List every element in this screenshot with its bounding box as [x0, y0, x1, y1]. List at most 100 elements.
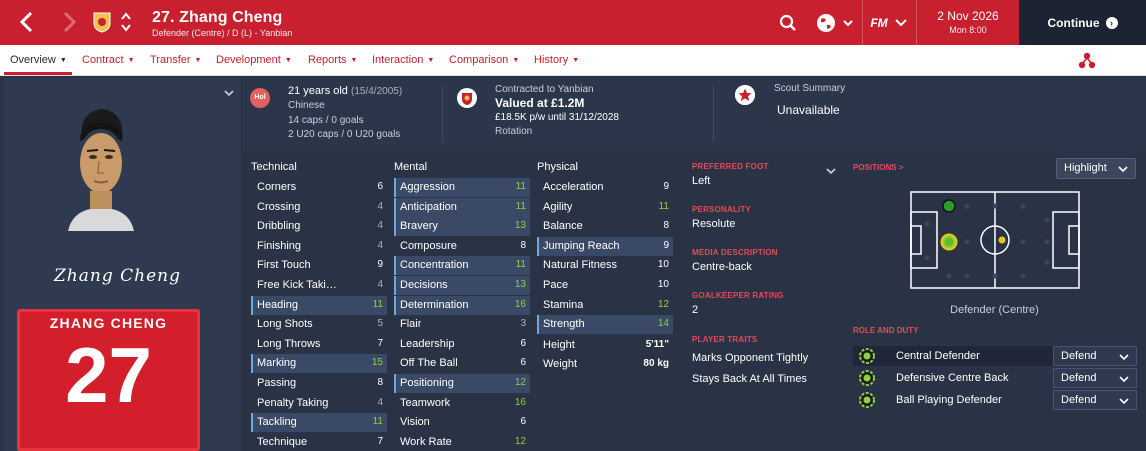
- attribute-row[interactable]: Concentration 11: [394, 256, 530, 276]
- attribute-row[interactable]: Strength 14: [537, 315, 673, 335]
- attribute-row[interactable]: Free Kick Taki… 4: [251, 276, 387, 295]
- tab-transfer[interactable]: Transfer ▼: [150, 45, 201, 76]
- attribute-row[interactable]: Anticipation 11: [394, 197, 530, 217]
- role-row[interactable]: Defensive Centre Back Defend: [853, 368, 1137, 388]
- duty-dropdown[interactable]: Defend: [1053, 390, 1137, 410]
- attribute-value: 16: [514, 298, 526, 310]
- attribute-row[interactable]: Jumping Reach 9: [537, 236, 673, 256]
- attribute-value: 15: [371, 357, 383, 369]
- chevron-down-icon[interactable]: [224, 84, 234, 102]
- attribute-row[interactable]: Corners 6: [251, 178, 387, 197]
- tab-interaction[interactable]: Interaction ▼: [372, 45, 434, 76]
- scout-summary-label: Scout Summary: [774, 83, 846, 94]
- network-icon[interactable]: [1078, 52, 1096, 70]
- tab-reports[interactable]: Reports ▼: [308, 45, 357, 76]
- duty-dropdown[interactable]: Defend: [1053, 368, 1137, 388]
- highlight-dropdown[interactable]: Highlight: [1056, 158, 1136, 179]
- club-badge-icon[interactable]: [92, 11, 112, 33]
- search-icon[interactable]: [775, 0, 801, 45]
- attribute-value: 4: [377, 239, 383, 251]
- positions-link[interactable]: POSITIONS >: [853, 163, 903, 172]
- attribute-row[interactable]: Penalty Taking 4: [251, 394, 387, 413]
- attribute-row[interactable]: Vision 6: [394, 413, 530, 432]
- attributes-panel: Technical Mental Physical Corners 6 Crossi…: [243, 153, 1146, 451]
- nationality-flag-icon[interactable]: Hol: [250, 88, 270, 108]
- player-profile-panel: Zhang Cheng ZHANG CHENG 27: [4, 78, 241, 451]
- attribute-row[interactable]: Acceleration 9: [537, 178, 673, 197]
- world-menu-icon[interactable]: [813, 0, 857, 45]
- squad-status: Rotation: [495, 126, 533, 137]
- attribute-name: Pace: [543, 279, 569, 291]
- positions-panel: POSITIONS > Highlight Defender (Centre) …: [843, 153, 1146, 451]
- attribute-row[interactable]: Flair 3: [394, 315, 530, 334]
- current-date: 2 Nov 2026: [937, 9, 999, 23]
- role-row[interactable]: Ball Playing Defender Defend: [853, 390, 1137, 410]
- attribute-row[interactable]: Determination 16: [394, 295, 530, 315]
- attribute-name: Passing: [257, 377, 297, 389]
- tab-development[interactable]: Development ▼: [216, 45, 292, 76]
- attribute-value: 13: [514, 220, 526, 232]
- weight-value: 80 kg: [643, 358, 669, 369]
- duty-value: Defend: [1061, 372, 1097, 384]
- tab-history[interactable]: History ▼: [534, 45, 579, 76]
- international-caps: 14 caps / 0 goals: [288, 115, 364, 126]
- attribute-row[interactable]: Long Shots 5: [251, 315, 387, 334]
- attribute-row[interactable]: Positioning 12: [394, 374, 530, 393]
- attribute-row[interactable]: Pace 10: [537, 276, 673, 295]
- attribute-name: First Touch: [257, 259, 311, 272]
- pitch-diagram: [910, 191, 1080, 289]
- attribute-value: 6: [520, 416, 526, 428]
- player-wage: £18.5K p/w until 31/12/2028: [495, 112, 619, 123]
- attribute-value: 7: [377, 337, 383, 349]
- attribute-row[interactable]: Teamwork 16: [394, 394, 530, 413]
- attribute-row[interactable]: Aggression 11: [394, 178, 530, 197]
- attribute-row[interactable]: Marking 15: [251, 354, 387, 374]
- attribute-name: Stamina: [543, 298, 584, 311]
- attribute-row[interactable]: Bravery 13: [394, 217, 530, 237]
- role-row[interactable]: Central Defender Defend: [853, 346, 1137, 366]
- player-signature: Zhang Cheng: [54, 266, 181, 286]
- page-title: 27. Zhang Cheng: [152, 9, 283, 26]
- attribute-row[interactable]: Technique 7: [251, 433, 387, 451]
- physical-heading: Physical: [537, 161, 578, 173]
- attribute-row[interactable]: Heading 11: [251, 295, 387, 315]
- player-switch-icon[interactable]: [120, 11, 132, 33]
- attribute-row[interactable]: Leadership 6: [394, 335, 530, 354]
- tab-comparison[interactable]: Comparison ▼: [449, 45, 519, 76]
- chevron-down-icon[interactable]: [826, 162, 836, 180]
- continue-button[interactable]: Continue ›: [1019, 0, 1146, 45]
- attribute-value: 9: [663, 181, 669, 192]
- attribute-row[interactable]: Composure 8: [394, 237, 530, 256]
- attribute-name: Leadership: [400, 337, 455, 350]
- attribute-value: 11: [372, 298, 383, 310]
- attribute-row[interactable]: Agility 11: [537, 198, 673, 217]
- forward-arrow-icon[interactable]: [56, 9, 82, 35]
- attribute-row[interactable]: Long Throws 7: [251, 335, 387, 354]
- attribute-value: 8: [520, 239, 526, 251]
- attribute-row[interactable]: Crossing 4: [251, 198, 387, 217]
- duty-dropdown[interactable]: Defend: [1053, 346, 1137, 366]
- attribute-row[interactable]: Stamina 12: [537, 296, 673, 315]
- date-display[interactable]: 2 Nov 2026 Mon 8:00: [917, 0, 1019, 45]
- player-nationality[interactable]: Chinese: [288, 100, 325, 111]
- attribute-row[interactable]: Work Rate 12: [394, 433, 530, 451]
- top-bar: 27. Zhang Cheng Defender (Centre) / D (L…: [0, 0, 1146, 45]
- club-badge-icon[interactable]: [457, 88, 477, 108]
- attribute-row[interactable]: Balance 8: [537, 217, 673, 236]
- star-icon: [735, 85, 755, 105]
- attribute-row[interactable]: First Touch 9: [251, 256, 387, 275]
- attribute-row[interactable]: Natural Fitness 10: [537, 256, 673, 275]
- goalkeeper-rating-label: GOALKEEPER RATING: [692, 291, 784, 300]
- attribute-row[interactable]: Decisions 13: [394, 276, 530, 295]
- attribute-row[interactable]: Off The Ball 6: [394, 354, 530, 373]
- back-arrow-icon[interactable]: [14, 9, 40, 35]
- chevron-down-icon: [1118, 166, 1128, 173]
- attribute-row[interactable]: Finishing 4: [251, 237, 387, 256]
- fm-menu-button[interactable]: FM: [866, 0, 912, 45]
- tab-contract[interactable]: Contract ▼: [82, 45, 135, 76]
- attribute-row[interactable]: Dribbling 4: [251, 217, 387, 236]
- attribute-row[interactable]: Passing 8: [251, 374, 387, 393]
- attribute-name: Corners: [257, 181, 297, 193]
- tab-label: Overview: [10, 54, 56, 66]
- attribute-row[interactable]: Tackling 11: [251, 413, 387, 433]
